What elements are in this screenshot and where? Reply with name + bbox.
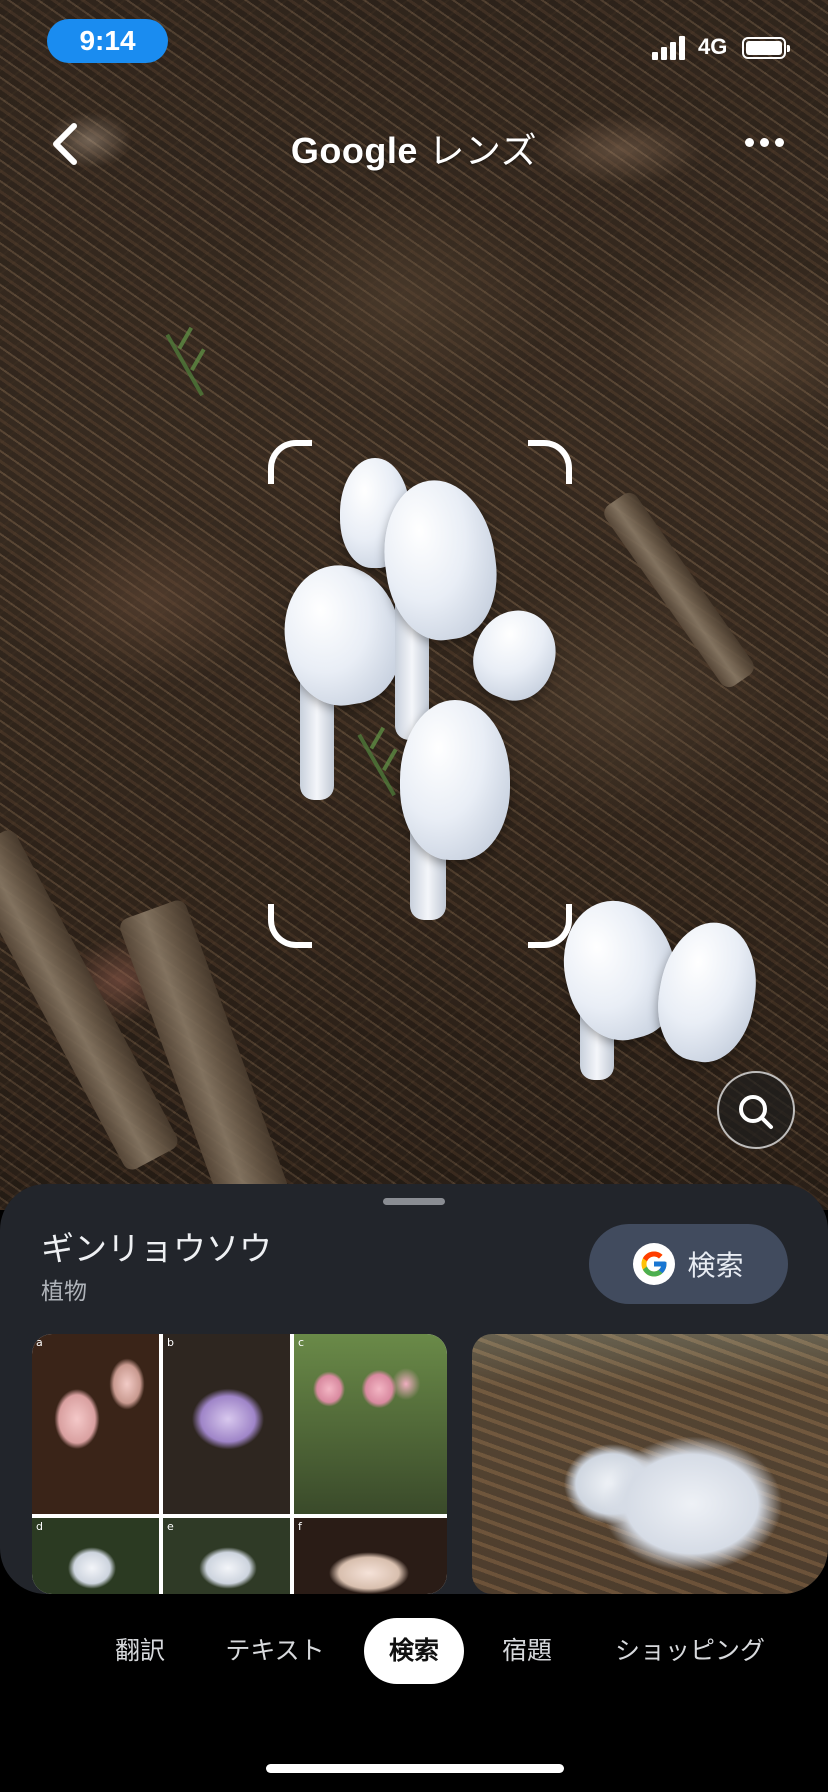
grid-cell: f [294, 1518, 447, 1594]
fern-decoration [165, 313, 239, 397]
plant-head [400, 700, 510, 860]
grid-cell: e [163, 1518, 290, 1594]
lens-search-button[interactable] [717, 1071, 795, 1149]
status-time: 9:14 [47, 19, 168, 63]
battery-icon [742, 37, 790, 59]
signal-icon [652, 34, 692, 60]
tab-text[interactable]: テキスト [210, 1618, 340, 1684]
sheet-drag-handle[interactable] [383, 1198, 445, 1205]
tab-translate[interactable]: 翻訳 [92, 1618, 188, 1684]
results-sheet[interactable]: ギンリョウソウ 植物 検索 a b c d e f [0, 1184, 828, 1594]
camera-photo [0, 0, 828, 1210]
result-title: ギンリョウソウ [41, 1229, 272, 1268]
result-image-1[interactable]: a b c d e f [32, 1334, 447, 1594]
google-g-icon [633, 1243, 676, 1285]
log-decoration [600, 488, 758, 692]
tab-shopping[interactable]: ショッピング [600, 1618, 780, 1684]
title-product: レンズ [428, 130, 538, 171]
home-indicator[interactable] [266, 1764, 564, 1773]
more-options-button[interactable] [745, 138, 785, 150]
google-search-button[interactable]: 検索 [589, 1224, 788, 1304]
result-category: 植物 [41, 1279, 87, 1305]
grid-cell: d [32, 1518, 159, 1594]
grid-cell: a [32, 1334, 159, 1514]
grid-cell: c [294, 1334, 447, 1514]
lens-search-icon [739, 1095, 773, 1129]
mode-tabs: 翻訳 テキスト 検索 宿題 ショッピング [0, 1618, 828, 1684]
title-brand: Google [290, 130, 418, 171]
search-button-label: 検索 [687, 1249, 744, 1282]
page-title: Google レンズ [0, 122, 828, 174]
tab-search[interactable]: 検索 [364, 1618, 464, 1684]
network-type: 4G [698, 34, 728, 59]
result-image-2[interactable] [472, 1334, 828, 1594]
tab-homework[interactable]: 宿題 [482, 1618, 572, 1684]
grid-cell: b [163, 1334, 290, 1514]
